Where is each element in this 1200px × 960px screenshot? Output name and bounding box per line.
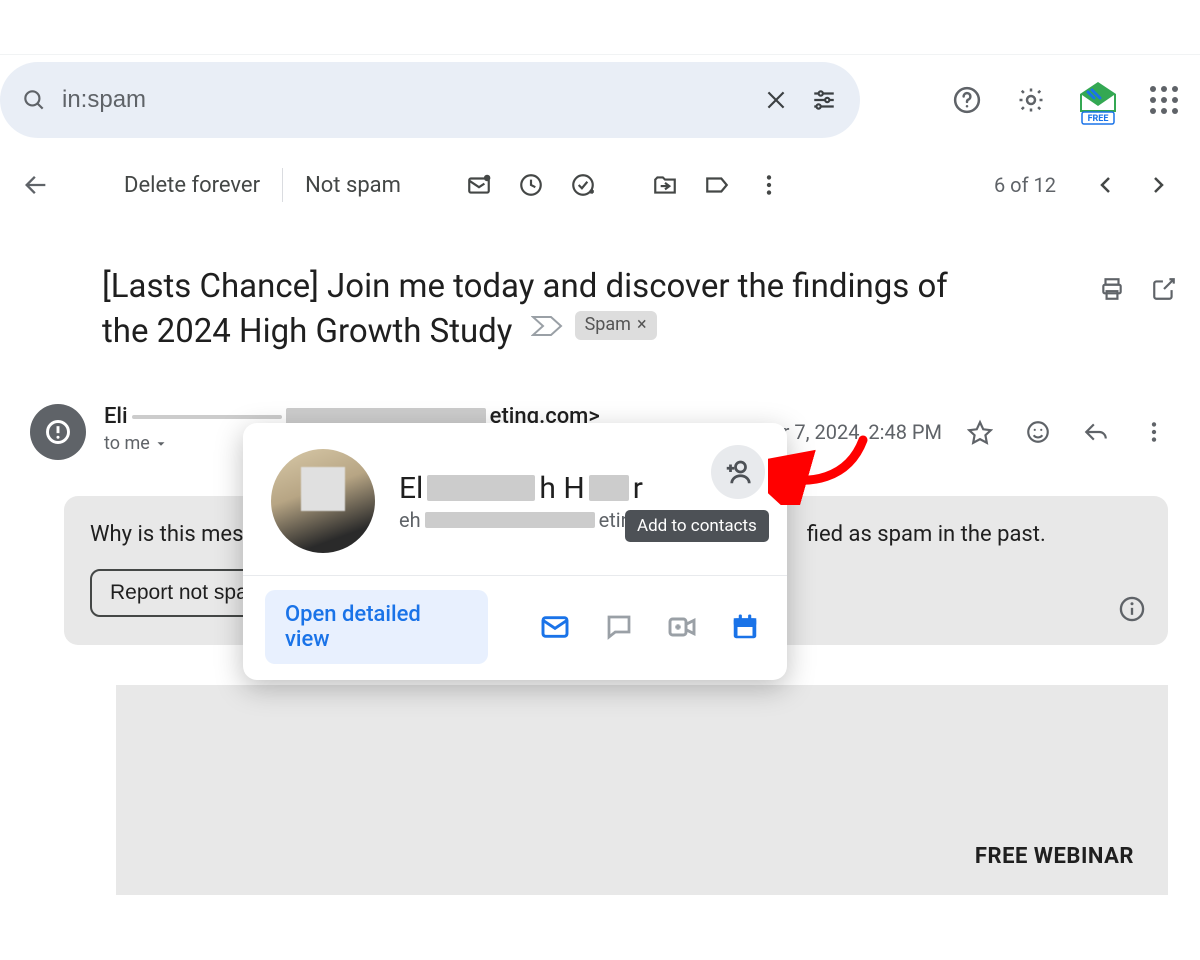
spam-label-chip[interactable]: Spam × xyxy=(575,311,657,339)
to-text: to me xyxy=(104,433,150,454)
labels-icon[interactable] xyxy=(691,159,743,211)
email-body-preview: FREE WEBINAR xyxy=(116,685,1168,895)
message-counter: 6 of 12 xyxy=(994,173,1056,197)
start-video-icon[interactable] xyxy=(662,607,701,647)
subject-actions xyxy=(1092,265,1184,309)
prev-message-icon[interactable] xyxy=(1080,159,1132,211)
open-detailed-view-button[interactable]: Open detailed view xyxy=(265,590,488,664)
add-to-contacts-button[interactable] xyxy=(711,445,765,499)
subject-row: [Lasts Chance] Join me today and discove… xyxy=(16,265,1184,354)
move-to-icon[interactable] xyxy=(639,159,691,211)
message-toolbar: Delete forever Not spam 6 of 12 xyxy=(0,145,1200,225)
message-meta: Mar 7, 2024, 2:48 PM xyxy=(754,404,1184,460)
search-row: FREE xyxy=(0,55,1200,145)
svg-text:FREE: FREE xyxy=(1088,114,1109,124)
not-spam-button[interactable]: Not spam xyxy=(283,173,423,198)
sender-avatar[interactable] xyxy=(30,404,86,460)
chevron-down-icon xyxy=(154,437,168,451)
add-to-contacts-tooltip: Add to contacts xyxy=(625,510,769,542)
apps-icon[interactable] xyxy=(1142,78,1186,122)
settings-icon[interactable] xyxy=(1008,77,1054,123)
add-task-icon[interactable] xyxy=(557,159,609,211)
email-subject: [Lasts Chance] Join me today and discove… xyxy=(102,265,1002,354)
hovercard-identity: Elh Hr eheting xyxy=(399,471,643,532)
hovercard-actions: Open detailed view xyxy=(243,576,787,680)
header-right-icons: FREE xyxy=(944,74,1194,126)
back-icon[interactable] xyxy=(14,163,58,207)
spam-label-text: Spam xyxy=(585,313,631,337)
spam-info-icon[interactable] xyxy=(1118,595,1146,623)
emoji-reaction-icon[interactable] xyxy=(1018,412,1058,452)
top-spacer xyxy=(0,0,1200,55)
search-icon[interactable] xyxy=(12,78,56,122)
contact-hovercard: Elh Hr eheting Open detailed view xyxy=(243,423,787,680)
search-container xyxy=(0,62,860,138)
report-not-spam-button[interactable]: Report not spa xyxy=(90,569,268,617)
search-input[interactable] xyxy=(56,86,752,114)
star-icon[interactable] xyxy=(960,412,1000,452)
message-more-icon[interactable] xyxy=(1134,412,1174,452)
reply-icon[interactable] xyxy=(1076,412,1116,452)
clear-search-icon[interactable] xyxy=(752,76,800,124)
sender-name-prefix: Eli xyxy=(104,404,128,429)
apps-grid-icon xyxy=(1150,86,1178,114)
importance-marker-icon[interactable] xyxy=(531,314,565,338)
delete-forever-button[interactable]: Delete forever xyxy=(102,173,282,198)
remove-label-icon[interactable]: × xyxy=(637,313,647,337)
send-email-icon[interactable] xyxy=(536,607,575,647)
hovercard-avatar[interactable] xyxy=(271,449,375,553)
schedule-event-icon[interactable] xyxy=(726,607,765,647)
snooze-icon[interactable] xyxy=(505,159,557,211)
hovercard-top: Elh Hr eheting xyxy=(243,423,787,575)
more-icon[interactable] xyxy=(743,159,795,211)
mail-tracker-icon[interactable]: FREE xyxy=(1072,74,1124,126)
free-webinar-label: FREE WEBINAR xyxy=(975,844,1134,869)
open-new-window-icon[interactable] xyxy=(1144,269,1184,309)
hovercard-email: eheting xyxy=(399,508,643,532)
mark-unread-icon[interactable] xyxy=(453,159,505,211)
help-icon[interactable] xyxy=(944,77,990,123)
print-icon[interactable] xyxy=(1092,269,1132,309)
subject-text: [Lasts Chance] Join me today and discove… xyxy=(102,267,948,351)
chat-icon[interactable] xyxy=(599,607,638,647)
hovercard-name: Elh Hr xyxy=(399,471,643,506)
subject-chips: Spam × xyxy=(531,311,657,339)
next-message-icon[interactable] xyxy=(1132,159,1184,211)
search-options-icon[interactable] xyxy=(800,76,848,124)
